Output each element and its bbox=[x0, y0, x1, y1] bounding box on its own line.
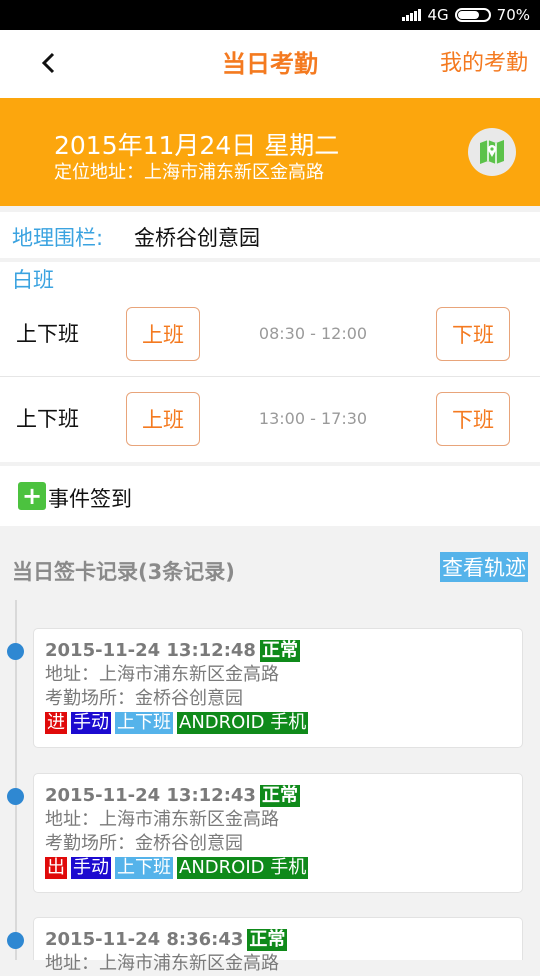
record-time: 2015-11-24 8:36:43 bbox=[45, 929, 244, 950]
geo-fence-value: 金桥谷创意园 bbox=[134, 226, 260, 250]
geo-fence-row: 地理围栏: 金桥谷创意园 bbox=[0, 212, 540, 258]
shift-row: 上下班 上班 13:00 - 17:30 下班 bbox=[0, 376, 540, 460]
status-badge: 正常 bbox=[247, 929, 288, 951]
shift-name: 白班 bbox=[12, 268, 54, 292]
record-address: 地址：上海市浦东新区金高路 bbox=[45, 953, 279, 974]
records-header: 当日签卡记录(3条记录) 查看轨迹 bbox=[0, 530, 540, 600]
signal-icon bbox=[402, 9, 422, 21]
record-place: 考勤场所：金桥谷创意园 bbox=[45, 833, 243, 854]
record-address: 地址：上海市浦东新区金高路 bbox=[45, 809, 279, 830]
my-attendance-link[interactable]: 我的考勤 bbox=[440, 30, 528, 98]
map-icon bbox=[480, 140, 504, 164]
app-header: 当日考勤 我的考勤 bbox=[0, 30, 540, 98]
shift-row: 上下班 上班 08:30 - 12:00 下班 bbox=[0, 292, 540, 376]
direction-badge: 出 bbox=[45, 857, 67, 879]
timeline-dot bbox=[7, 788, 24, 805]
plus-icon: + bbox=[18, 482, 46, 510]
record-place: 考勤场所：金桥谷创意园 bbox=[45, 688, 243, 709]
type-badge: 上下班 bbox=[115, 712, 173, 734]
record-card: 2015-11-24 8:36:43 正常 地址：上海市浦东新区金高路 bbox=[33, 917, 523, 974]
device-badge: ANDROID 手机 bbox=[177, 712, 309, 734]
status-bar: 4G 70% bbox=[0, 0, 540, 30]
direction-badge: 进 bbox=[45, 712, 67, 734]
battery-percent: 70% bbox=[496, 6, 530, 24]
record-card: 2015-11-24 13:12:43 正常 地址：上海市浦东新区金高路 考勤场所… bbox=[33, 773, 523, 893]
shift-section: 白班 上下班 上班 08:30 - 12:00 下班 上下班 上班 13:00 … bbox=[0, 262, 540, 462]
back-button[interactable] bbox=[38, 52, 60, 74]
timeline-dot bbox=[7, 643, 24, 660]
current-date: 2015年11月24日 星期二 bbox=[54, 131, 340, 160]
mode-badge: 手动 bbox=[71, 857, 111, 879]
event-checkin-row[interactable]: + 事件签到 bbox=[0, 466, 540, 526]
record-time: 2015-11-24 13:12:48 bbox=[45, 640, 256, 661]
status-badge: 正常 bbox=[259, 640, 300, 662]
records-title: 当日签卡记录(3条记录) bbox=[12, 560, 235, 584]
chevron-left-icon bbox=[41, 52, 55, 74]
timeline-dot bbox=[7, 932, 24, 949]
date-banner: 2015年11月24日 星期二 定位地址：上海市浦东新区金高路 bbox=[0, 98, 540, 206]
record-address: 地址：上海市浦东新区金高路 bbox=[45, 664, 279, 685]
clock-out-button[interactable]: 下班 bbox=[436, 392, 510, 446]
record-time: 2015-11-24 13:12:43 bbox=[45, 785, 256, 806]
mode-badge: 手动 bbox=[71, 712, 111, 734]
record-card: 2015-11-24 13:12:48 正常 地址：上海市浦东新区金高路 考勤场所… bbox=[33, 628, 523, 748]
clock-out-button[interactable]: 下班 bbox=[436, 307, 510, 361]
view-track-button[interactable]: 查看轨迹 bbox=[440, 552, 528, 582]
device-badge: ANDROID 手机 bbox=[177, 857, 309, 879]
geo-fence-label: 地理围栏: bbox=[12, 226, 104, 250]
event-checkin-label: 事件签到 bbox=[48, 487, 132, 511]
type-badge: 上下班 bbox=[115, 857, 173, 879]
status-badge: 正常 bbox=[259, 785, 300, 807]
network-type: 4G bbox=[427, 6, 449, 24]
battery-icon bbox=[454, 8, 491, 22]
location-address: 定位地址：上海市浦东新区金高路 bbox=[54, 162, 324, 183]
map-button[interactable] bbox=[468, 128, 516, 176]
